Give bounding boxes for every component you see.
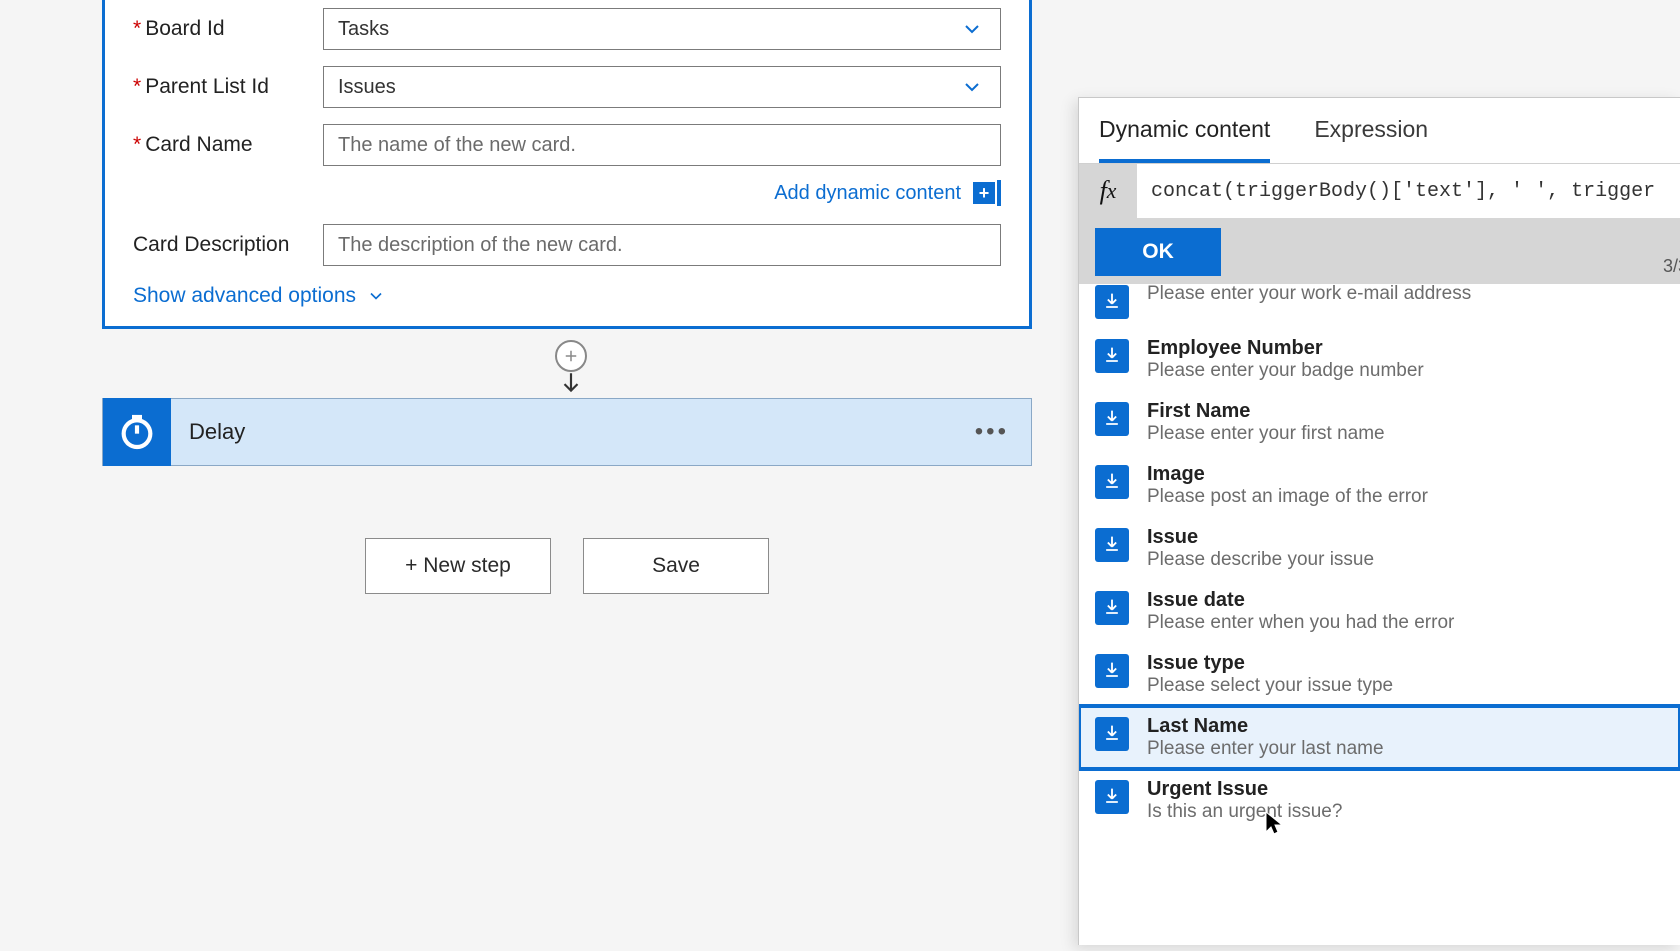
chevron-down-icon — [958, 15, 986, 43]
corner-counter: 3/3 — [1663, 256, 1680, 277]
dyn-item-text: First NamePlease enter your first name — [1147, 400, 1385, 445]
input-card-description[interactable] — [323, 224, 1001, 266]
dyn-item-text: Last NamePlease enter your last name — [1147, 715, 1384, 760]
dyn-item-issue-date[interactable]: Issue datePlease enter when you had the … — [1079, 580, 1680, 643]
text-input[interactable] — [338, 134, 986, 157]
dyn-item-text: IssuePlease describe your issue — [1147, 526, 1374, 571]
dyn-item-title: Employee Number — [1147, 337, 1424, 360]
action-card: *Board IdTasks*Parent List IdIssues*Card… — [102, 0, 1032, 329]
form-field-icon — [1095, 465, 1129, 499]
expression-input[interactable]: concat(triggerBody()['text'], ' ', trigg… — [1137, 164, 1680, 218]
step-title: Delay — [189, 419, 975, 445]
input-card-name[interactable] — [323, 124, 1001, 166]
select-value: Tasks — [338, 18, 389, 41]
dynamic-items-list: EmailPlease enter your work e-mail addre… — [1079, 284, 1680, 951]
dyn-item-desc: Please describe your issue — [1147, 549, 1374, 571]
required-asterisk: * — [133, 133, 141, 156]
field-row: *Board Id Tasks — [133, 0, 1001, 58]
dyn-item-text: ImagePlease post an image of the error — [1147, 463, 1428, 508]
show-advanced-options[interactable]: Show advanced options — [133, 274, 1001, 308]
dyn-item-title: Issue — [1147, 526, 1374, 549]
form-field-icon — [1095, 339, 1129, 373]
ok-row: OK — [1079, 218, 1680, 284]
dyn-item-title: First Name — [1147, 400, 1385, 423]
plus-circle-icon[interactable] — [555, 340, 587, 372]
form-field-icon — [1095, 591, 1129, 625]
add-dynamic-row: Add dynamic content + — [133, 174, 1001, 216]
dyn-item-desc: Please enter your first name — [1147, 423, 1385, 445]
chevron-down-icon — [958, 73, 986, 101]
bottom-buttons: + New step Save — [365, 538, 769, 594]
dyn-item-issue-type[interactable]: Issue typePlease select your issue type — [1079, 643, 1680, 706]
field-label-text: Card Description — [133, 233, 289, 256]
dyn-item-desc: Please post an image of the error — [1147, 486, 1428, 508]
advanced-label: Show advanced options — [133, 284, 356, 308]
dyn-item-text: Employee NumberPlease enter your badge n… — [1147, 337, 1424, 382]
dyn-item-title: Issue type — [1147, 652, 1393, 675]
field-label: *Card Name — [133, 133, 323, 157]
add-between-connector — [548, 340, 594, 401]
add-dynamic-link[interactable]: Add dynamic content — [774, 182, 961, 205]
dyn-item-title: Last Name — [1147, 715, 1384, 738]
arrow-down-icon — [548, 370, 594, 401]
dyn-item-last-name[interactable]: Last NamePlease enter your last name — [1079, 706, 1680, 769]
text-input[interactable] — [338, 234, 986, 257]
dyn-item-issue[interactable]: IssuePlease describe your issue — [1079, 517, 1680, 580]
save-button[interactable]: Save — [583, 538, 769, 594]
dyn-item-email[interactable]: EmailPlease enter your work e-mail addre… — [1079, 284, 1680, 328]
form-field-icon — [1095, 654, 1129, 688]
delay-icon — [103, 398, 171, 466]
dyn-item-desc: Please select your issue type — [1147, 675, 1393, 697]
field-label-text: Board Id — [145, 17, 224, 40]
dyn-tabs: Dynamic content Expression — [1079, 98, 1680, 164]
fx-icon: fx — [1079, 164, 1137, 218]
form-field-icon — [1095, 528, 1129, 562]
dyn-item-desc: Is this an urgent issue? — [1147, 801, 1342, 823]
dyn-item-text: Urgent IssueIs this an urgent issue? — [1147, 778, 1342, 823]
field-label-text: Card Name — [145, 133, 252, 156]
select-parent-list-id[interactable]: Issues — [323, 66, 1001, 108]
dyn-item-employee-number[interactable]: Employee NumberPlease enter your badge n… — [1079, 328, 1680, 391]
field-label: *Board Id — [133, 17, 323, 41]
dyn-item-first-name[interactable]: First NamePlease enter your first name — [1079, 391, 1680, 454]
dyn-item-desc: Please enter your badge number — [1147, 360, 1424, 382]
step-delay[interactable]: Delay ••• — [102, 398, 1032, 466]
dyn-item-desc: Please enter your last name — [1147, 738, 1384, 760]
dynamic-anchor-icon — [997, 180, 1001, 206]
field-row: *Parent List Id Issues — [133, 58, 1001, 116]
field-label: *Parent List Id — [133, 75, 323, 99]
field-row: *Card Name — [133, 116, 1001, 174]
ok-button[interactable]: OK — [1095, 228, 1221, 276]
dyn-item-title: Urgent Issue — [1147, 778, 1342, 801]
dyn-item-text: EmailPlease enter your work e-mail addre… — [1147, 284, 1471, 305]
tab-expression[interactable]: Expression — [1314, 116, 1428, 163]
form-field-icon — [1095, 717, 1129, 751]
dyn-item-urgent-issue[interactable]: Urgent IssueIs this an urgent issue? — [1079, 769, 1680, 832]
dyn-item-text: Issue datePlease enter when you had the … — [1147, 589, 1454, 634]
required-asterisk: * — [133, 17, 141, 40]
dyn-item-text: Issue typePlease select your issue type — [1147, 652, 1393, 697]
expression-row: fx concat(triggerBody()['text'], ' ', tr… — [1079, 164, 1680, 218]
new-step-button[interactable]: + New step — [365, 538, 551, 594]
dyn-item-desc: Please enter your work e-mail address — [1147, 284, 1471, 305]
field-label: Card Description — [133, 233, 323, 257]
field-row: Card Description — [133, 216, 1001, 274]
form-field-icon — [1095, 780, 1129, 814]
required-asterisk: * — [133, 75, 141, 98]
form-field-icon — [1095, 402, 1129, 436]
dyn-item-title: Image — [1147, 463, 1428, 486]
dynamic-content-panel: 3/3 Dynamic content Expression fx concat… — [1078, 97, 1680, 945]
tab-dynamic-content[interactable]: Dynamic content — [1099, 116, 1270, 163]
more-menu-icon[interactable]: ••• — [975, 418, 1009, 446]
select-value: Issues — [338, 76, 396, 99]
dyn-item-desc: Please enter when you had the error — [1147, 612, 1454, 634]
add-dynamic-plus-icon[interactable]: + — [973, 182, 995, 204]
dyn-item-image[interactable]: ImagePlease post an image of the error — [1079, 454, 1680, 517]
form-field-icon — [1095, 285, 1129, 319]
field-label-text: Parent List Id — [145, 75, 269, 98]
chevron-down-icon — [366, 286, 386, 306]
dyn-item-title: Issue date — [1147, 589, 1454, 612]
select-board-id[interactable]: Tasks — [323, 8, 1001, 50]
